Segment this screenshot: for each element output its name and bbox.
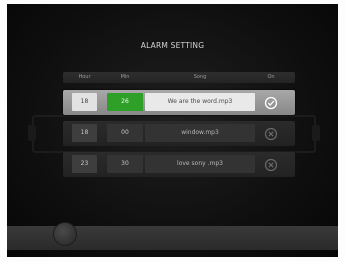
alarm-row[interactable]: 18 00 window.mp3 <box>63 121 295 146</box>
alarm-song[interactable]: We are the word.mp3 <box>145 93 255 111</box>
column-header-on: On <box>267 74 275 80</box>
alarm-hour[interactable]: 18 <box>72 124 97 142</box>
home-knob-button[interactable] <box>53 222 77 246</box>
alarm-minute[interactable]: 00 <box>107 124 143 142</box>
alarm-row[interactable]: 18 26 We are the word.mp3 <box>63 90 295 115</box>
column-header-hour: Hour <box>78 74 91 80</box>
table-header: Hour Min Song On <box>63 72 295 83</box>
alarm-minute[interactable]: 30 <box>107 155 143 173</box>
alarm-song[interactable]: window.mp3 <box>145 124 255 142</box>
column-header-song: Song <box>193 74 207 80</box>
x-circle-icon[interactable] <box>264 157 278 172</box>
page-title: ALARM SETTING <box>140 41 205 50</box>
alarm-song[interactable]: love sony .mp3 <box>145 155 255 173</box>
alarm-minute[interactable]: 26 <box>107 93 143 111</box>
alarm-screen: ALARM SETTING Hour Min Song On 18 26 We … <box>7 4 338 257</box>
alarm-row[interactable]: 23 30 love sony .mp3 <box>63 152 295 177</box>
x-circle-icon[interactable] <box>264 126 278 141</box>
column-header-min: Min <box>120 74 130 80</box>
alarm-hour[interactable]: 23 <box>72 155 97 173</box>
alarm-hour[interactable]: 18 <box>72 93 97 111</box>
check-circle-icon[interactable] <box>264 95 278 110</box>
